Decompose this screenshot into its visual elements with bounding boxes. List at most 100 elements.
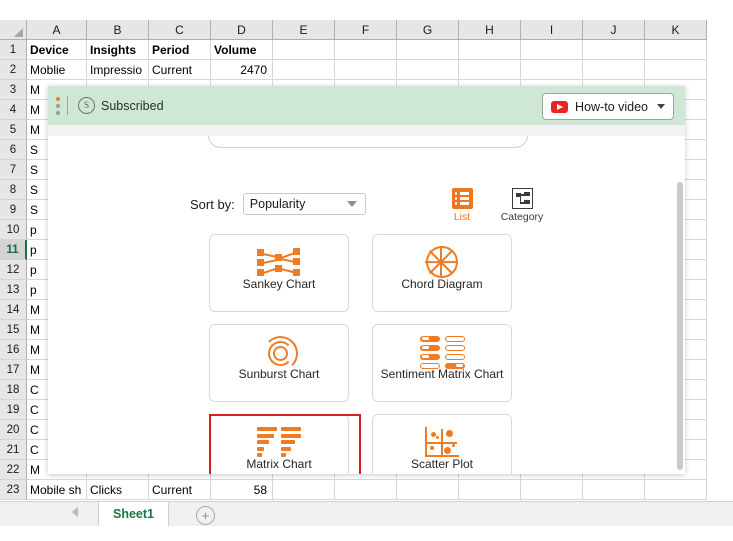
row-header-14[interactable]: 14	[0, 300, 27, 320]
row-header-18[interactable]: 18	[0, 380, 27, 400]
row-header-16[interactable]: 16	[0, 340, 27, 360]
grid-cell[interactable]: Mobile sh	[27, 480, 87, 500]
row-header-3[interactable]: 3	[0, 80, 27, 100]
grid-cell[interactable]: Period	[149, 40, 211, 60]
addin-task-pane[interactable]: S Subscribed How-to video Sort by: Popul…	[48, 86, 685, 474]
row-header-9[interactable]: 9	[0, 200, 27, 220]
grid-cell[interactable]	[459, 40, 521, 60]
sheet-tab-bar[interactable]: Sheet1 +	[0, 501, 733, 528]
chart-card-sunburst-chart[interactable]: Sunburst Chart	[209, 324, 349, 402]
grid-cell[interactable]	[645, 40, 707, 60]
grid-cell[interactable]	[335, 480, 397, 500]
row-header-20[interactable]: 20	[0, 420, 27, 440]
column-header-h[interactable]: H	[459, 20, 521, 40]
grid-cell[interactable]	[521, 60, 583, 80]
chart-card-sentiment-matrix-chart[interactable]: Sentiment Matrix Chart	[372, 324, 512, 402]
addin-body[interactable]: Sort by: Popularity List Category Sankey…	[48, 136, 685, 474]
grid-row: Device Insights Period Volume	[27, 40, 707, 60]
chart-card-chord-diagram[interactable]: Chord Diagram	[372, 234, 512, 312]
grid-cell[interactable]	[645, 60, 707, 80]
grid-cell[interactable]: Moblie	[27, 60, 87, 80]
grid-cell[interactable]	[397, 480, 459, 500]
grid-cell[interactable]	[459, 60, 521, 80]
column-header-row: ABCDEFGHIJK	[0, 20, 707, 40]
chart-type-list[interactable]: Sankey Chart Chord Diagram Sunburst Char…	[48, 234, 685, 474]
row-header-5[interactable]: 5	[0, 120, 27, 140]
row-header-22[interactable]: 22	[0, 460, 27, 480]
addin-toolbar: Sort by: Popularity List Category	[48, 186, 685, 234]
grid-cell[interactable]: Impressio	[87, 60, 149, 80]
subscription-status-label: Subscribed	[101, 98, 164, 113]
grid-cell[interactable]	[397, 40, 459, 60]
chart-card-label: Chord Diagram	[401, 277, 483, 291]
previous-sheet-icon[interactable]	[72, 507, 78, 517]
column-header-k[interactable]: K	[645, 20, 707, 40]
chart-card-sankey-chart[interactable]: Sankey Chart	[209, 234, 349, 312]
grid-cell[interactable]: 58	[211, 480, 273, 500]
grid-cell[interactable]: Insights	[87, 40, 149, 60]
addin-subheader-strip	[48, 125, 685, 136]
grid-cell[interactable]: Current	[149, 480, 211, 500]
grid-cell[interactable]	[335, 60, 397, 80]
grid-cell[interactable]: Device	[27, 40, 87, 60]
grid-cell[interactable]: 2470	[211, 60, 273, 80]
chart-card-label: Matrix Chart	[246, 457, 312, 471]
row-header-13[interactable]: 13	[0, 280, 27, 300]
column-header-f[interactable]: F	[335, 20, 397, 40]
grid-cell[interactable]	[459, 480, 521, 500]
view-mode-list[interactable]: List	[440, 188, 484, 223]
grid-cell[interactable]	[397, 60, 459, 80]
row-header-7[interactable]: 7	[0, 160, 27, 180]
row-header-10[interactable]: 10	[0, 220, 27, 240]
sort-control: Sort by: Popularity	[190, 193, 366, 215]
row-header-6[interactable]: 6	[0, 140, 27, 160]
row-header-4[interactable]: 4	[0, 100, 27, 120]
pane-scrollbar[interactable]	[677, 182, 683, 470]
column-header-e[interactable]: E	[273, 20, 335, 40]
grid-cell[interactable]	[335, 40, 397, 60]
row-header-17[interactable]: 17	[0, 360, 27, 380]
column-header-c[interactable]: C	[149, 20, 211, 40]
row-header-23[interactable]: 23	[0, 480, 27, 500]
drag-handle-icon[interactable]	[56, 96, 60, 115]
column-header-i[interactable]: I	[521, 20, 583, 40]
column-header-g[interactable]: G	[397, 20, 459, 40]
view-mode-toggle[interactable]: List Category	[440, 188, 544, 223]
chart-card-matrix-chart[interactable]: Matrix Chart	[209, 414, 349, 474]
row-header-2[interactable]: 2	[0, 60, 27, 80]
grid-cell[interactable]	[583, 40, 645, 60]
row-header-11[interactable]: 11	[0, 240, 27, 260]
column-header-d[interactable]: D	[211, 20, 273, 40]
grid-cell[interactable]	[583, 60, 645, 80]
chart-card-scatter-plot[interactable]: Scatter Plot	[372, 414, 512, 474]
grid-cell[interactable]: Volume	[211, 40, 273, 60]
chart-card-row: Matrix Chart Scatter Plot	[48, 414, 685, 474]
grid-cell[interactable]	[273, 480, 335, 500]
row-header-15[interactable]: 15	[0, 320, 27, 340]
sort-by-select[interactable]: Popularity	[242, 193, 366, 215]
grid-cell[interactable]	[521, 40, 583, 60]
grid-cell[interactable]	[645, 480, 707, 500]
view-mode-category[interactable]: Category	[500, 188, 544, 223]
sheet-tab-sheet1[interactable]: Sheet1	[98, 502, 169, 528]
row-header-8[interactable]: 8	[0, 180, 27, 200]
column-header-a[interactable]: A	[27, 20, 87, 40]
row-header-19[interactable]: 19	[0, 400, 27, 420]
grid-cell[interactable]	[273, 60, 335, 80]
how-to-video-button[interactable]: How-to video	[542, 93, 674, 120]
grid-cell[interactable]: Current	[149, 60, 211, 80]
column-header-b[interactable]: B	[87, 20, 149, 40]
add-sheet-button[interactable]: +	[196, 506, 215, 525]
grid-cell[interactable]	[273, 40, 335, 60]
row-header-12[interactable]: 12	[0, 260, 27, 280]
column-header-j[interactable]: J	[583, 20, 645, 40]
select-all-corner[interactable]	[0, 20, 27, 40]
chart-card-label: Sentiment Matrix Chart	[380, 367, 504, 381]
chart-card-label: Scatter Plot	[410, 457, 474, 471]
grid-cell[interactable]: Clicks	[87, 480, 149, 500]
row-header-21[interactable]: 21	[0, 440, 27, 460]
row-header-1[interactable]: 1	[0, 40, 27, 60]
search-input[interactable]	[208, 136, 528, 148]
grid-cell[interactable]	[521, 480, 583, 500]
grid-cell[interactable]	[583, 480, 645, 500]
